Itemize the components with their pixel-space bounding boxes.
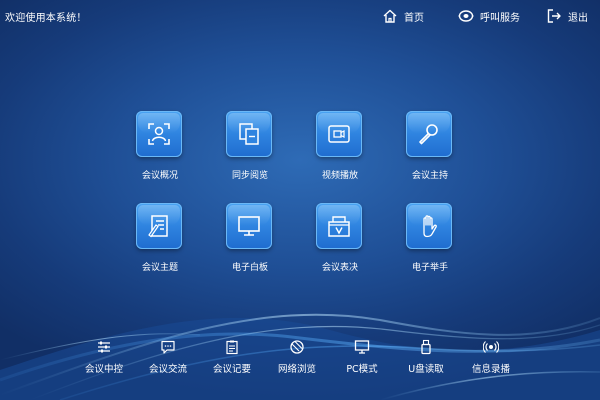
whiteboard-icon xyxy=(238,216,260,236)
nav-logout-label: 退出 xyxy=(568,12,588,24)
tile-meeting-overview-button[interactable] xyxy=(136,111,182,157)
video-play-icon xyxy=(328,125,350,143)
bottom-item-browser-label: 网络浏览 xyxy=(277,364,316,375)
tile-video-play-button[interactable] xyxy=(316,111,362,157)
tile-raise-hand[interactable]: 电子举手 xyxy=(390,203,470,279)
bottom-item-broadcast[interactable]: 信息录播 xyxy=(456,339,526,379)
call-service-icon xyxy=(458,10,474,22)
tile-meeting-overview-label: 会议概况 xyxy=(141,171,178,181)
bottom-item-minutes-label: 会议记要 xyxy=(212,364,251,375)
nav-home-button[interactable]: 首页 xyxy=(382,6,424,26)
tile-raise-hand-label: 电子举手 xyxy=(411,263,448,273)
tile-video-play[interactable]: 视频播放 xyxy=(300,111,380,187)
tile-raise-hand-button[interactable] xyxy=(406,203,452,249)
meeting-overview-icon xyxy=(148,123,170,145)
bottom-item-usb[interactable]: U盘读取 xyxy=(391,339,461,379)
pc-icon xyxy=(354,340,370,354)
tile-video-play-label: 视频播放 xyxy=(321,171,358,181)
tile-meeting-topic-button[interactable] xyxy=(136,203,182,249)
tile-sync-reading-label: 同步阅览 xyxy=(231,171,268,181)
bottom-item-usb-label: U盘读取 xyxy=(408,364,444,375)
usb-icon xyxy=(421,339,431,355)
tile-meeting-host[interactable]: 会议主持 xyxy=(390,111,470,187)
bottom-item-minutes[interactable]: 会议记要 xyxy=(197,339,267,379)
home-icon xyxy=(383,9,397,23)
tile-vote[interactable]: 会议表决 xyxy=(300,203,380,279)
bottom-item-central-control[interactable]: 会议中控 xyxy=(69,339,139,379)
minutes-icon xyxy=(226,340,238,355)
top-bar: 欢迎使用本系统！ 首页 呼叫服务 退出 xyxy=(0,0,600,32)
meeting-topic-icon xyxy=(148,215,168,238)
raise-hand-icon xyxy=(423,215,437,238)
tile-whiteboard-button[interactable] xyxy=(226,203,272,249)
bottom-item-pc-mode[interactable]: PC模式 xyxy=(327,339,397,379)
tile-vote-button[interactable] xyxy=(316,203,362,249)
bottom-item-chat-label: 会议交流 xyxy=(148,364,187,375)
central-control-icon xyxy=(98,341,110,353)
tile-sync-reading[interactable]: 同步阅览 xyxy=(210,111,290,187)
chat-icon xyxy=(161,340,175,354)
bottom-item-central-control-label: 会议中控 xyxy=(84,364,123,375)
vote-icon xyxy=(328,216,350,237)
sync-reading-icon xyxy=(239,123,259,145)
nav-home-label: 首页 xyxy=(404,12,424,24)
tile-meeting-host-label: 会议主持 xyxy=(411,171,448,181)
tile-sync-reading-button[interactable] xyxy=(226,111,272,157)
tile-meeting-host-button[interactable] xyxy=(406,111,452,157)
tile-meeting-overview[interactable]: 会议概况 xyxy=(120,111,200,187)
tile-meeting-topic[interactable]: 会议主题 xyxy=(120,203,200,279)
bottom-item-chat[interactable]: 会议交流 xyxy=(133,339,203,379)
microphone-icon xyxy=(419,124,438,145)
nav-call-service-label: 呼叫服务 xyxy=(480,12,520,24)
tile-whiteboard-label: 电子白板 xyxy=(231,263,268,273)
bottom-item-broadcast-label: 信息录播 xyxy=(471,364,510,375)
bottom-item-pc-mode-label: PC模式 xyxy=(346,364,378,375)
welcome-text: 欢迎使用本系统！ xyxy=(5,13,87,24)
tile-meeting-topic-label: 会议主题 xyxy=(141,263,178,273)
broadcast-icon xyxy=(483,341,499,353)
nav-logout-button[interactable]: 退出 xyxy=(546,6,588,26)
logout-icon xyxy=(547,9,561,23)
tile-whiteboard[interactable]: 电子白板 xyxy=(210,203,290,279)
bottom-item-browser[interactable]: 网络浏览 xyxy=(262,339,332,379)
nav-call-service-button[interactable]: 呼叫服务 xyxy=(458,6,520,26)
tile-vote-label: 会议表决 xyxy=(321,263,358,273)
browser-icon xyxy=(290,340,304,354)
